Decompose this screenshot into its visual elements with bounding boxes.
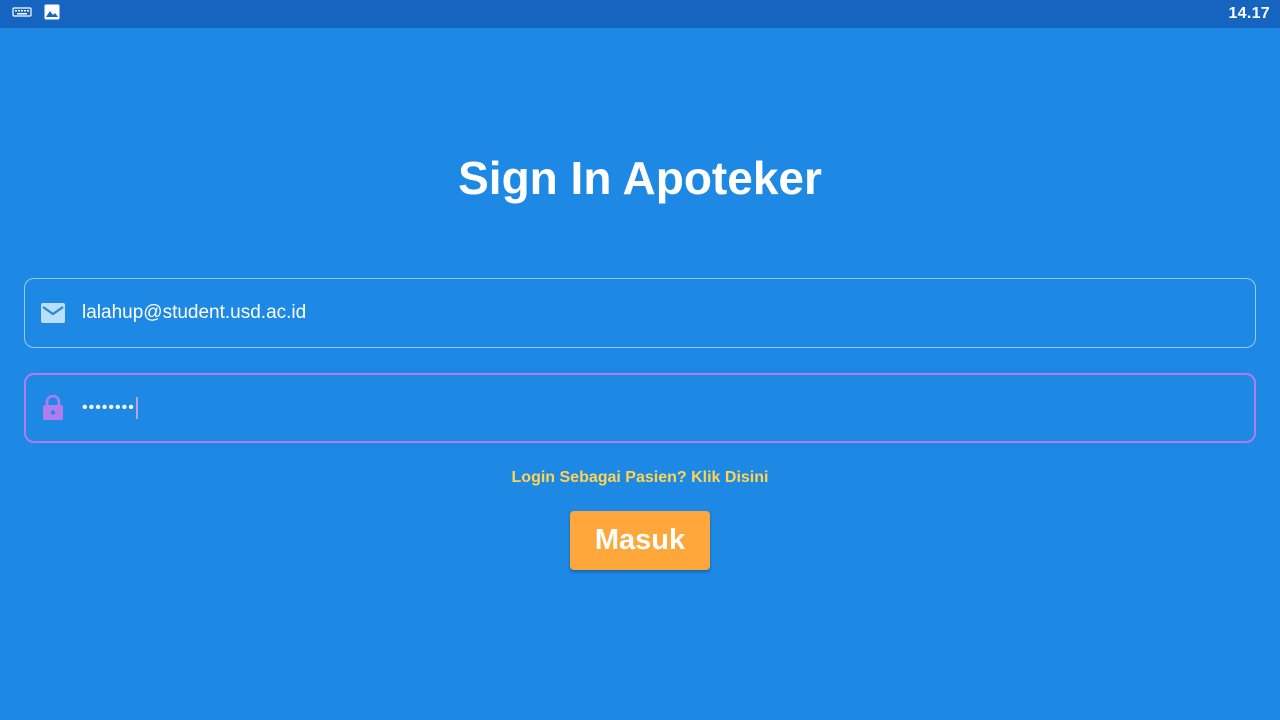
status-bar: 14.17 <box>0 0 1280 28</box>
status-icons <box>12 4 60 25</box>
password-field[interactable]: •••••••• <box>24 373 1256 443</box>
status-time: 14.17 <box>1228 5 1270 22</box>
keyboard-icon <box>12 5 32 24</box>
mail-icon <box>40 300 66 326</box>
masuk-button[interactable]: Masuk <box>570 511 710 570</box>
email-value: lalahup@student.usd.ac.id <box>82 302 307 323</box>
text-caret <box>135 396 138 419</box>
patient-login-link[interactable]: Login Sebagai Pasien? Klik Disini <box>0 468 1280 488</box>
lock-icon <box>40 395 66 421</box>
password-value: •••••••• <box>82 396 138 420</box>
image-icon <box>44 4 60 25</box>
password-masked-text: •••••••• <box>82 399 135 416</box>
email-field[interactable]: lalahup@student.usd.ac.id <box>24 278 1256 348</box>
page-title: Sign In Apoteker <box>458 152 822 204</box>
